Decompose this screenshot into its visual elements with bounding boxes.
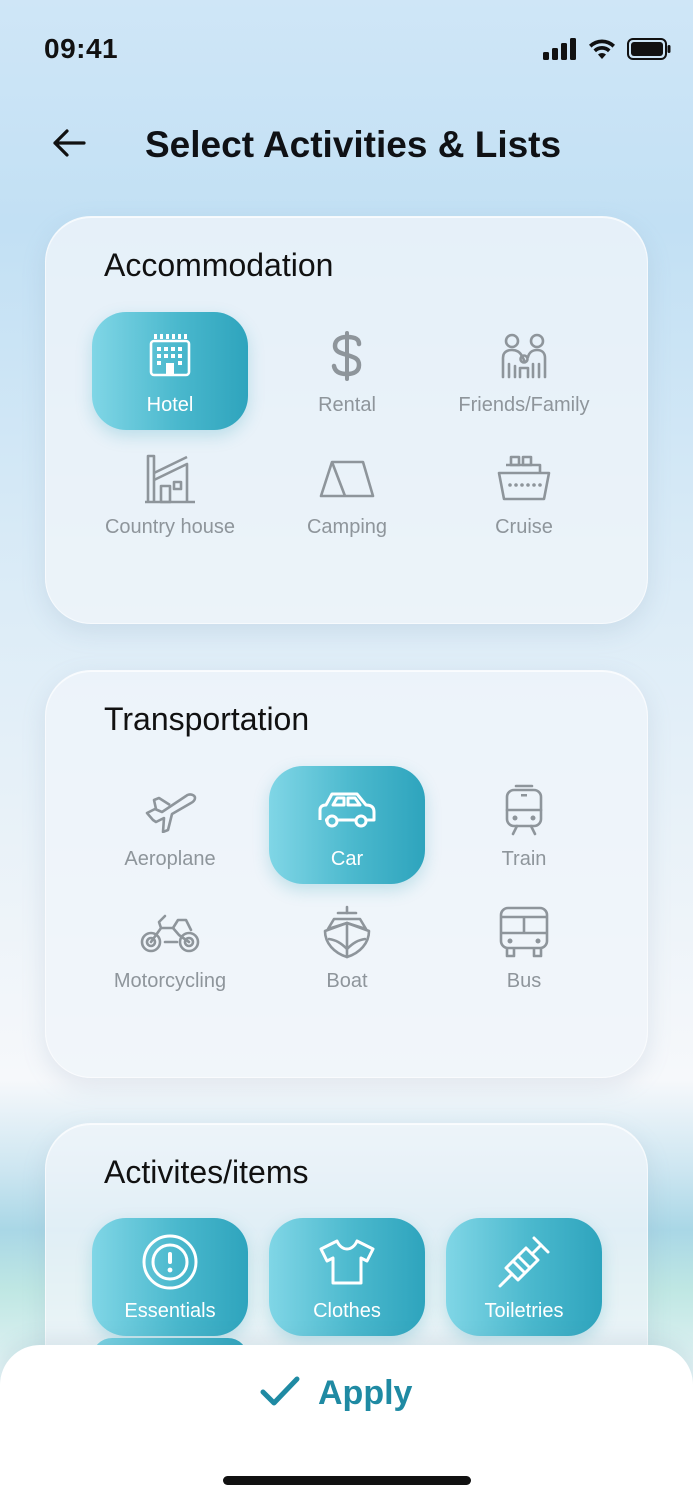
tshirt-icon: [318, 1230, 376, 1294]
option-camping[interactable]: Camping: [269, 434, 425, 552]
transportation-card: Transportation Aeroplane Car Train Motor…: [45, 670, 648, 1078]
arrow-left-icon: [52, 128, 86, 163]
train-icon: [504, 778, 544, 842]
option-essentials[interactable]: Essentials: [92, 1218, 248, 1336]
apply-button[interactable]: Apply: [260, 1365, 412, 1421]
transportation-title: Transportation: [104, 701, 310, 737]
option-country-house[interactable]: Country house: [92, 434, 248, 552]
tent-icon: [319, 446, 375, 510]
option-label: Country house: [104, 516, 236, 538]
car-icon: [317, 778, 377, 842]
boat-icon: [320, 900, 374, 964]
option-boat[interactable]: Boat: [269, 888, 425, 1006]
option-rental[interactable]: Rental: [269, 312, 425, 430]
ship-icon: [496, 446, 552, 510]
option-label: Boat: [326, 970, 368, 992]
option-aeroplane[interactable]: Aeroplane: [92, 766, 248, 884]
option-label: Essentials: [124, 1300, 216, 1322]
option-hotel[interactable]: Hotel: [92, 312, 248, 430]
checkmark-icon: [260, 1375, 300, 1412]
cellular-signal-icon: [543, 38, 577, 65]
hotel-icon: [148, 324, 192, 388]
header: Select Activities & Lists: [0, 110, 693, 180]
plane-icon: [142, 778, 198, 842]
alert-circle-icon: [141, 1230, 199, 1294]
option-label: Cruise: [495, 516, 553, 538]
dollar-icon: [330, 324, 364, 388]
option-motorcycling[interactable]: Motorcycling: [92, 888, 248, 1006]
option-car[interactable]: Car: [269, 766, 425, 884]
option-label: Hotel: [146, 394, 194, 416]
option-train[interactable]: Train: [446, 766, 602, 884]
status-bar: 09:41: [0, 0, 693, 100]
option-label: Clothes: [313, 1300, 381, 1322]
motorcycle-icon: [139, 900, 201, 964]
option-label: Car: [330, 848, 364, 870]
accommodation-card: Accommodation Hotel Rental Friends/Famil…: [45, 216, 648, 624]
battery-icon: [627, 38, 671, 65]
option-label: Toiletries: [484, 1300, 564, 1322]
razor-icon: [496, 1230, 552, 1294]
page-title: Select Activities & Lists: [145, 124, 562, 165]
option-toiletries[interactable]: Toiletries: [446, 1218, 602, 1336]
bus-icon: [498, 900, 550, 964]
people-icon: [499, 324, 549, 388]
apply-label: Apply: [318, 1373, 413, 1412]
option-label: Camping: [306, 516, 388, 538]
back-button[interactable]: [46, 122, 92, 168]
accommodation-title: Accommodation: [104, 247, 334, 283]
option-clothes[interactable]: Clothes: [269, 1218, 425, 1336]
wifi-icon: [587, 38, 617, 65]
option-bus[interactable]: Bus: [446, 888, 602, 1006]
bottom-sheet: Apply: [0, 1345, 693, 1500]
option-label: Friends/Family: [458, 394, 590, 416]
option-label: Aeroplane: [124, 848, 216, 870]
option-label: Bus: [506, 970, 542, 992]
option-label: Rental: [318, 394, 376, 416]
option-label: Motorcycling: [113, 970, 227, 992]
status-time: 09:41: [44, 33, 119, 64]
status-icons: [543, 38, 671, 65]
option-label: Train: [501, 848, 547, 870]
option-cruise[interactable]: Cruise: [446, 434, 602, 552]
house-icon: [143, 446, 197, 510]
option-friends-family[interactable]: Friends/Family: [446, 312, 602, 430]
home-indicator: [223, 1476, 471, 1485]
activities-title: Activites/items: [104, 1154, 309, 1190]
